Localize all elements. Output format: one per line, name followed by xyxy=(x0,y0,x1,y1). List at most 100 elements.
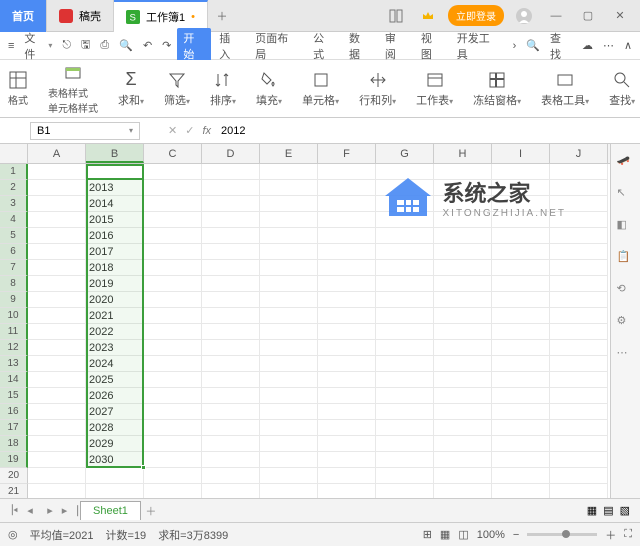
cell[interactable] xyxy=(318,484,376,498)
col-B[interactable]: B xyxy=(86,144,144,163)
cell[interactable] xyxy=(260,260,318,276)
cell[interactable] xyxy=(28,244,86,260)
cell[interactable]: 2026 xyxy=(86,388,144,404)
cell[interactable] xyxy=(28,324,86,340)
cell[interactable] xyxy=(144,372,202,388)
settings-icon[interactable]: ⚙ xyxy=(617,314,635,332)
cell[interactable] xyxy=(434,420,492,436)
formula-input[interactable] xyxy=(219,123,419,139)
rg-format[interactable]: 格式 xyxy=(4,70,32,107)
row-header[interactable]: 17 xyxy=(0,420,28,436)
cell[interactable] xyxy=(28,292,86,308)
sheet-nav-last[interactable]: ▸⎹ xyxy=(60,504,80,518)
cell[interactable]: 2021 xyxy=(86,308,144,324)
cell[interactable] xyxy=(28,308,86,324)
cell[interactable] xyxy=(376,404,434,420)
cell[interactable] xyxy=(202,484,260,498)
cell[interactable] xyxy=(434,244,492,260)
cell[interactable] xyxy=(492,404,550,420)
cell[interactable] xyxy=(492,276,550,292)
rg-cell[interactable]: 单元格▾ xyxy=(298,70,343,108)
cell[interactable] xyxy=(202,244,260,260)
cell[interactable] xyxy=(144,356,202,372)
cell[interactable] xyxy=(28,468,86,484)
menutab-insert[interactable]: 插入 xyxy=(213,28,247,64)
col-F[interactable]: F xyxy=(318,144,376,163)
cell[interactable]: 2027 xyxy=(86,404,144,420)
cell[interactable] xyxy=(376,484,434,498)
zoom-value[interactable]: 100% xyxy=(477,529,505,541)
cell[interactable] xyxy=(144,388,202,404)
fullscreen-icon[interactable]: ⛶ xyxy=(624,528,632,541)
cell[interactable] xyxy=(434,308,492,324)
cell[interactable] xyxy=(376,308,434,324)
name-box[interactable]: B1 ▾ xyxy=(30,122,140,140)
cell[interactable] xyxy=(550,228,608,244)
cell[interactable] xyxy=(28,228,86,244)
cell[interactable] xyxy=(492,420,550,436)
cell[interactable] xyxy=(318,356,376,372)
menutab-start[interactable]: 开始 xyxy=(177,28,211,64)
row-header[interactable]: 5 xyxy=(0,228,28,244)
cell[interactable] xyxy=(144,228,202,244)
cell[interactable] xyxy=(144,468,202,484)
cell[interactable] xyxy=(492,196,550,212)
cell[interactable] xyxy=(434,484,492,498)
cell[interactable] xyxy=(202,308,260,324)
rg-sort[interactable]: 排序▾ xyxy=(206,70,240,108)
cell[interactable] xyxy=(260,308,318,324)
cell[interactable] xyxy=(144,212,202,228)
cell[interactable] xyxy=(492,340,550,356)
cell[interactable] xyxy=(318,308,376,324)
layout-icon[interactable] xyxy=(384,4,408,28)
rg-fill[interactable]: 填充▾ xyxy=(252,70,286,108)
cell[interactable] xyxy=(144,420,202,436)
cell[interactable] xyxy=(550,180,608,196)
minimize-button[interactable]: — xyxy=(544,4,568,28)
cell[interactable] xyxy=(28,260,86,276)
cell[interactable]: 2018 xyxy=(86,260,144,276)
cell[interactable] xyxy=(28,436,86,452)
cell[interactable]: 2015 xyxy=(86,212,144,228)
maximize-button[interactable]: ▢ xyxy=(576,4,600,28)
tab-docshell[interactable]: 稿壳 xyxy=(47,0,114,32)
cell[interactable] xyxy=(260,436,318,452)
cell[interactable]: 2016 xyxy=(86,228,144,244)
cell[interactable] xyxy=(318,260,376,276)
cell[interactable] xyxy=(318,228,376,244)
cell[interactable] xyxy=(260,292,318,308)
cell[interactable] xyxy=(434,196,492,212)
cell[interactable] xyxy=(318,244,376,260)
view-page-icon[interactable]: ▤ xyxy=(603,504,613,517)
col-G[interactable]: G xyxy=(376,144,434,163)
rg-tablestyle[interactable]: 表格样式单元格样式 xyxy=(44,63,102,115)
cell[interactable] xyxy=(550,340,608,356)
cell[interactable] xyxy=(492,308,550,324)
select-all-corner[interactable] xyxy=(0,144,28,163)
cell[interactable] xyxy=(318,212,376,228)
undo-icon[interactable]: ↶ xyxy=(139,37,156,54)
cell[interactable] xyxy=(260,212,318,228)
cell[interactable] xyxy=(144,324,202,340)
cell[interactable] xyxy=(202,164,260,180)
menutab-view[interactable]: 视图 xyxy=(415,28,449,64)
row-header[interactable]: 13 xyxy=(0,356,28,372)
cell[interactable] xyxy=(318,404,376,420)
cell[interactable] xyxy=(492,356,550,372)
cell[interactable] xyxy=(144,292,202,308)
cell[interactable] xyxy=(260,180,318,196)
login-button[interactable]: 立即登录 xyxy=(448,5,504,26)
cell[interactable]: 2030 xyxy=(86,452,144,468)
cell[interactable] xyxy=(318,324,376,340)
cell[interactable]: 2013 xyxy=(86,180,144,196)
hamburger-icon[interactable]: ≡ xyxy=(4,38,18,54)
cell[interactable] xyxy=(202,420,260,436)
cell[interactable] xyxy=(28,276,86,292)
cell[interactable] xyxy=(260,164,318,180)
cell[interactable] xyxy=(492,388,550,404)
cell[interactable] xyxy=(260,196,318,212)
cell[interactable] xyxy=(260,452,318,468)
cell[interactable] xyxy=(318,436,376,452)
cell[interactable] xyxy=(434,436,492,452)
cell[interactable] xyxy=(376,180,434,196)
